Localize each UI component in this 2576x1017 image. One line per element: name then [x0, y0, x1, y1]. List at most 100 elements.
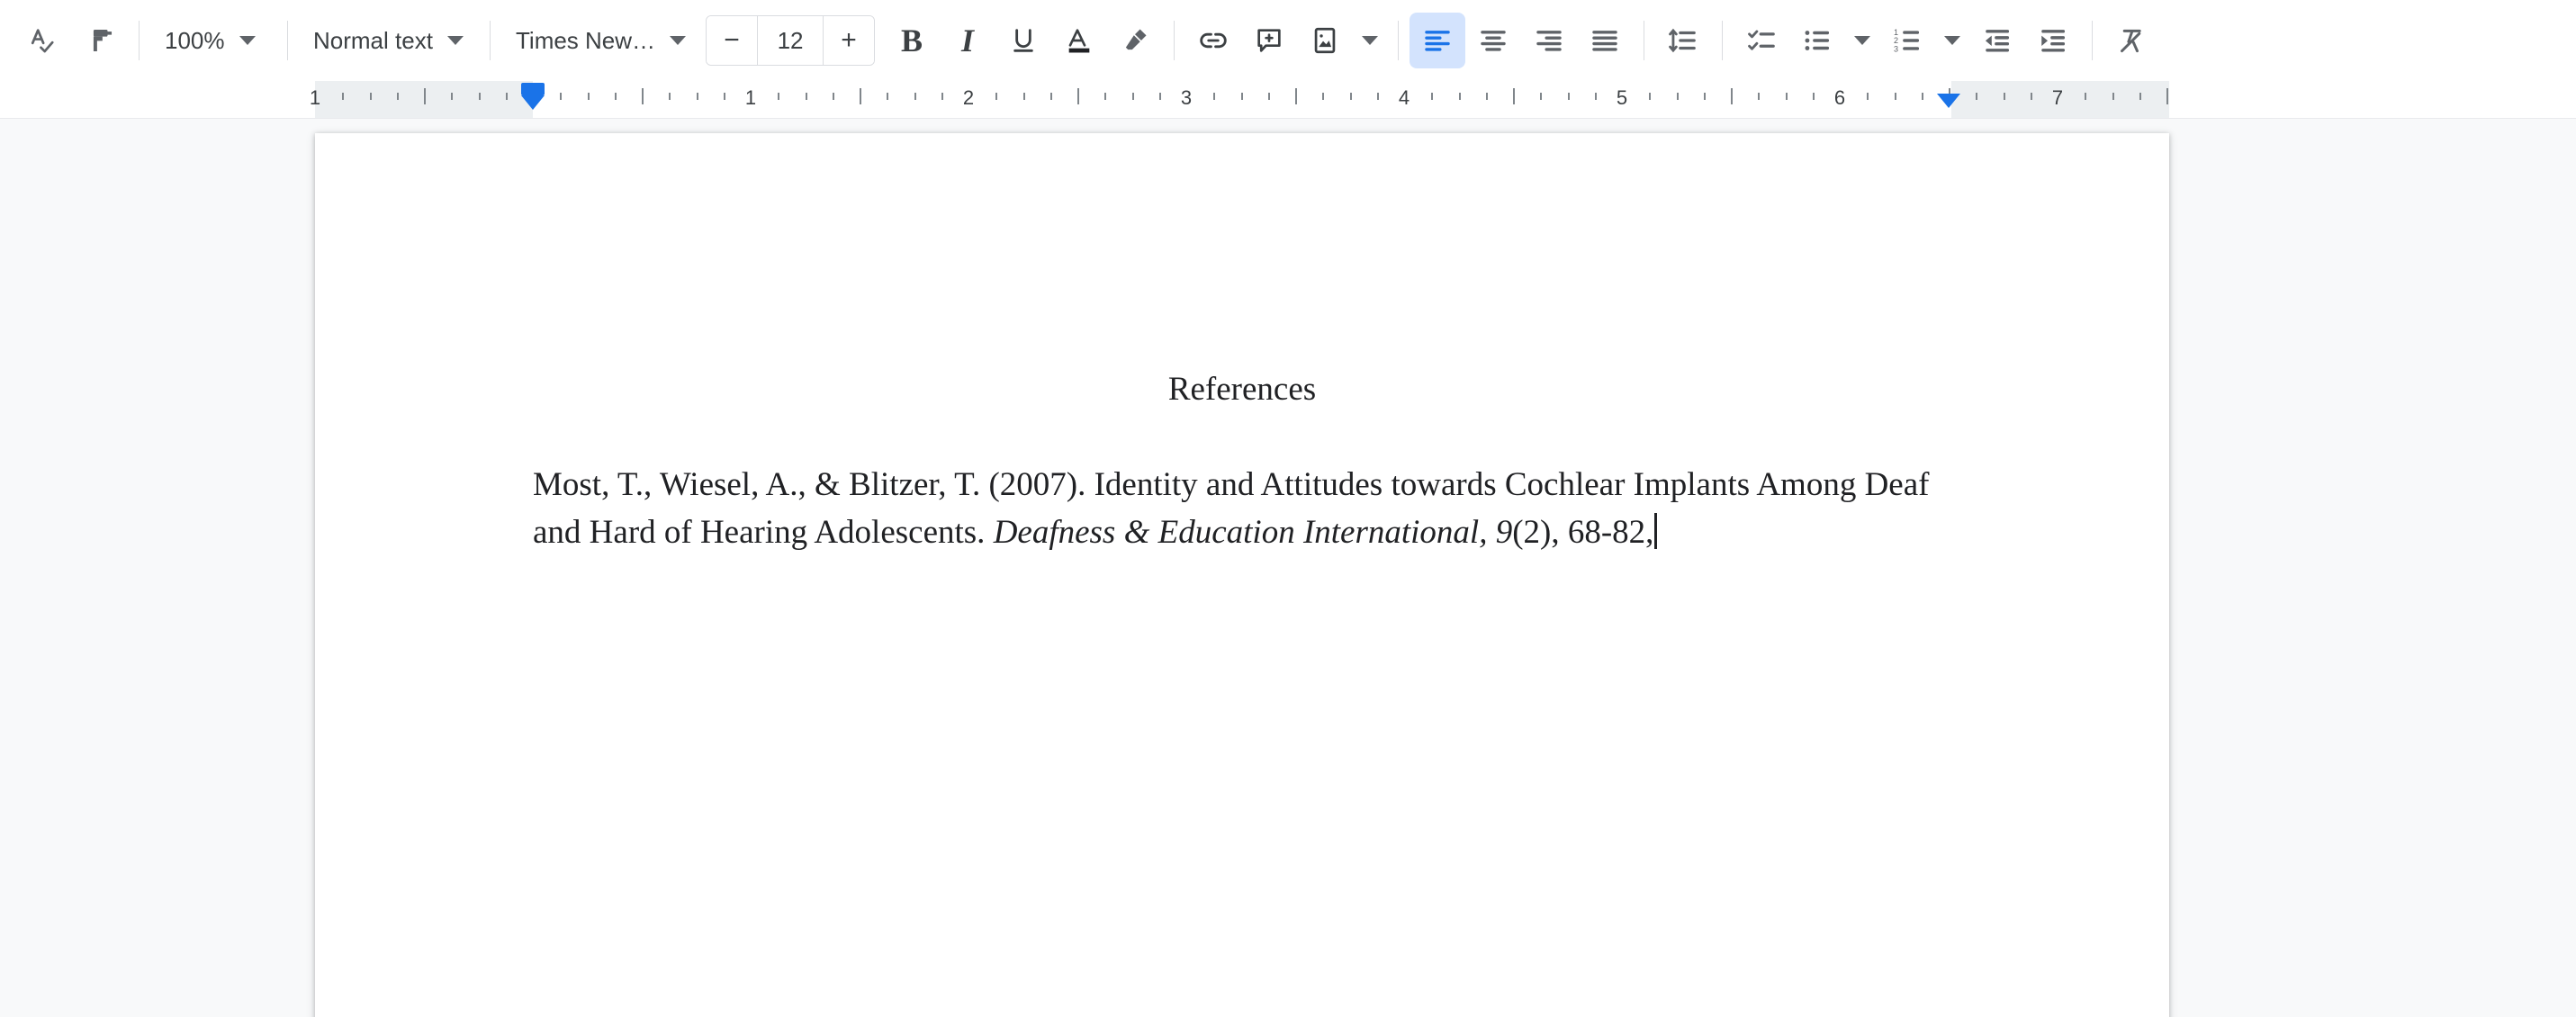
paint-format-icon[interactable]	[72, 13, 128, 68]
ruler-number: 1	[744, 86, 757, 109]
numbered-list-dropdown[interactable]	[1935, 13, 1969, 68]
ruler-tick	[1349, 93, 1352, 100]
ruler-tick	[1431, 93, 1434, 100]
svg-text:3: 3	[1894, 44, 1898, 53]
italic-icon: I	[961, 22, 975, 58]
ruler-tick	[696, 93, 698, 100]
document-body[interactable]: References Most, T., Wiesel, A., & Blitz…	[533, 365, 1951, 556]
italic-button[interactable]: I	[940, 13, 995, 68]
ruler-tick	[914, 93, 916, 100]
ruler-tick	[1213, 93, 1216, 100]
ruler-tick	[995, 93, 998, 100]
add-comment-icon[interactable]	[1241, 13, 1297, 68]
font-size-input[interactable]: 12	[757, 16, 824, 65]
right-indent-marker[interactable]	[1937, 94, 1960, 108]
font-size-stepper: − 12 +	[706, 15, 876, 66]
chevron-down-icon	[1362, 36, 1379, 45]
ruler-tick	[587, 93, 590, 100]
chevron-down-icon	[446, 36, 464, 45]
ruler-tick	[2112, 93, 2114, 100]
document-page[interactable]: References Most, T., Wiesel, A., & Blitz…	[315, 133, 2169, 1017]
decrease-indent-icon[interactable]	[1969, 13, 2025, 68]
left-indent-marker[interactable]	[521, 83, 545, 110]
clear-formatting-icon[interactable]	[2103, 13, 2159, 68]
document-canvas[interactable]: References Most, T., Wiesel, A., & Blitz…	[0, 119, 2576, 1017]
font-size-increase-button[interactable]: +	[824, 16, 875, 65]
ruler-number: 6	[1833, 86, 1846, 109]
formatting-toolbar: 100% Normal text Times New… − 12 + B I 1…	[0, 0, 2576, 81]
insert-image-icon[interactable]	[1297, 13, 1353, 68]
align-left-button[interactable]	[1410, 13, 1466, 68]
insert-link-icon[interactable]	[1185, 13, 1241, 68]
ruler-tick	[669, 93, 671, 100]
horizontal-ruler[interactable]: 1 1 2 3 4 5 6 7	[0, 81, 2576, 119]
ruler-tick	[1758, 93, 1761, 100]
checklist-icon[interactable]	[1734, 13, 1789, 68]
ruler-tick	[1485, 93, 1488, 100]
bold-button[interactable]: B	[884, 13, 940, 68]
right-indent-handle[interactable]	[1937, 94, 1960, 108]
chevron-down-icon	[239, 36, 256, 45]
align-center-button[interactable]	[1465, 13, 1521, 68]
ruler-tick	[560, 93, 563, 100]
font-size-decrease-button[interactable]: −	[707, 16, 758, 65]
ruler-tick	[832, 93, 834, 100]
ruler-tick	[2085, 93, 2087, 100]
numbered-list-icon[interactable]: 1 2 3	[1879, 13, 1935, 68]
ruler-tick	[941, 93, 943, 100]
ruler-tick	[1676, 93, 1679, 100]
ruler-tick	[805, 93, 807, 100]
ruler-number: 5	[1616, 86, 1628, 109]
ruler-tick	[1077, 88, 1079, 104]
toolbar-divider	[287, 21, 288, 60]
ruler-tick	[642, 88, 644, 104]
reference-paragraph: Most, T., Wiesel, A., & Blitzer, T. (200…	[533, 461, 1951, 556]
bulleted-list-dropdown[interactable]	[1845, 13, 1879, 68]
toolbar-divider	[1174, 21, 1175, 60]
ruler-tick	[723, 93, 725, 100]
align-right-button[interactable]	[1521, 13, 1577, 68]
chevron-down-icon	[1944, 36, 1961, 45]
highlight-color-button[interactable]	[1107, 13, 1163, 68]
font-family-value: Times New…	[516, 26, 656, 54]
page-title: References	[1167, 371, 1317, 408]
insert-image-dropdown[interactable]	[1353, 13, 1387, 68]
ruler-tick	[1267, 93, 1270, 100]
ruler-tick	[478, 93, 481, 100]
ruler-tick	[1703, 93, 1706, 100]
chevron-down-icon	[1854, 36, 1871, 45]
ruler-tick	[1649, 93, 1652, 100]
ruler-tick	[396, 93, 399, 100]
ruler-tick	[505, 93, 508, 100]
ruler-tick	[778, 93, 780, 100]
ruler-tick	[887, 93, 889, 100]
ruler-number: 3	[1180, 86, 1193, 109]
ruler-tick	[1731, 88, 1733, 104]
ruler-tick	[1376, 93, 1379, 100]
left-indent-handle[interactable]	[521, 95, 545, 110]
ruler-tick	[1513, 88, 1515, 104]
toolbar-divider	[1722, 21, 1724, 60]
zoom-dropdown[interactable]: 100%	[150, 13, 276, 68]
ruler-tick	[451, 93, 454, 100]
font-family-dropdown[interactable]: Times New…	[501, 13, 697, 68]
spellcheck-icon[interactable]	[16, 13, 72, 68]
underline-button[interactable]	[995, 13, 1051, 68]
ruler-tick	[1240, 93, 1243, 100]
ruler-tick	[1785, 93, 1788, 100]
bold-icon: B	[901, 22, 923, 58]
text-color-button[interactable]	[1051, 13, 1107, 68]
ruler-tick	[1812, 93, 1815, 100]
align-justify-button[interactable]	[1577, 13, 1633, 68]
ruler-tick	[1104, 93, 1107, 100]
ruler-tick	[2139, 93, 2141, 100]
citation-journal-italic: Deafness & Education International, 9	[993, 514, 1513, 551]
increase-indent-icon[interactable]	[2025, 13, 2081, 68]
toolbar-divider	[1398, 21, 1400, 60]
bulleted-list-icon[interactable]	[1789, 13, 1845, 68]
line-spacing-icon[interactable]	[1655, 13, 1711, 68]
paragraph-style-dropdown[interactable]: Normal text	[299, 13, 479, 68]
ruler-tick	[1540, 93, 1543, 100]
citation-text-part-3: (2), 68-82,	[1512, 514, 1654, 551]
first-line-indent-handle[interactable]	[521, 83, 545, 95]
